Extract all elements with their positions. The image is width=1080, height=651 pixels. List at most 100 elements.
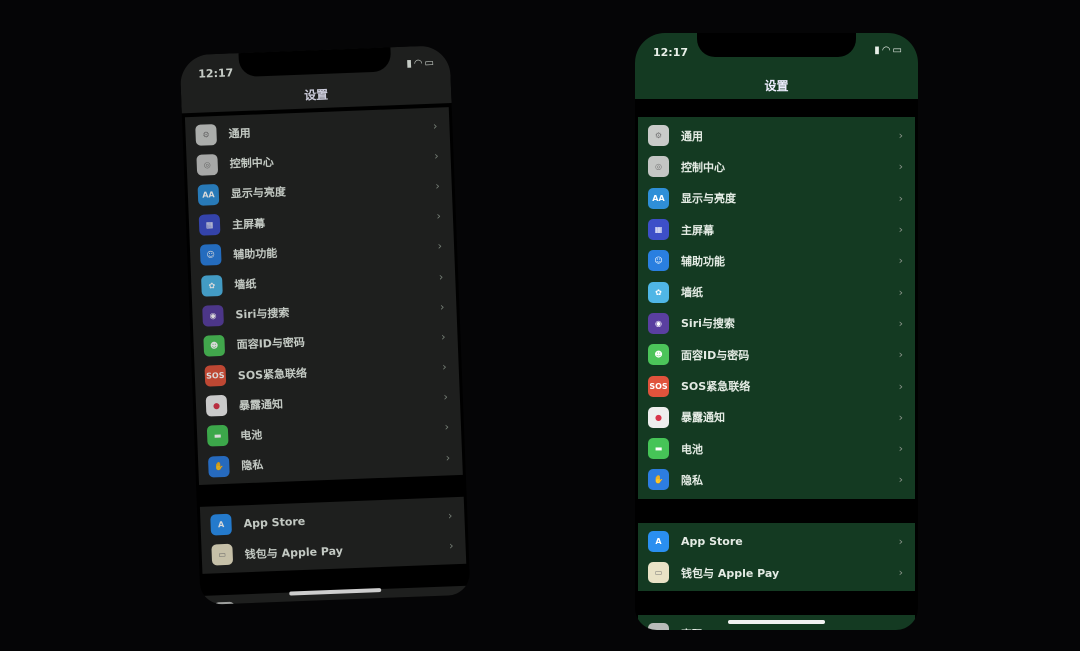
settings-item-label: App Store bbox=[243, 514, 306, 531]
settings-item[interactable]: ☻ 面容ID与密码 › bbox=[638, 339, 915, 370]
settings-item-label: 墙纸 bbox=[681, 286, 703, 300]
settings-item[interactable]: ◎ 控制中心 › bbox=[638, 151, 915, 182]
gear-icon: ⚙ bbox=[648, 125, 669, 147]
chevron-right-icon: › bbox=[447, 509, 453, 523]
settings-item[interactable]: ● 暴露通知 › bbox=[638, 402, 915, 433]
display-brightness-icon: AA bbox=[648, 187, 669, 209]
settings-item-label: Siri与搜索 bbox=[235, 306, 290, 322]
settings-item-label: 控制中心 bbox=[229, 156, 274, 171]
gear-icon: ⚙ bbox=[195, 123, 217, 146]
chevron-right-icon: › bbox=[445, 450, 451, 465]
phone-right: 12:17 ▮◠▭ 设置 ⚙ 通用 › ◎ 控制中心 › AA 显示与亮度 › ▦ 主屏幕 › ☺ 辅助功能 › ✿… bbox=[635, 33, 918, 630]
settings-item[interactable]: ⚙ 通用 › bbox=[638, 120, 915, 151]
settings-item-label: 通用 bbox=[228, 126, 251, 141]
wallpaper-icon: ✿ bbox=[648, 281, 669, 303]
chevron-right-icon: › bbox=[437, 239, 443, 253]
chevron-right-icon: › bbox=[439, 300, 445, 314]
chevron-right-icon: › bbox=[898, 191, 903, 205]
settings-item-label: 隐私 bbox=[241, 458, 264, 473]
accessibility-icon: ☺ bbox=[648, 250, 669, 272]
chevron-right-icon: › bbox=[898, 566, 903, 580]
chevron-right-icon: › bbox=[898, 285, 903, 299]
settings-item[interactable]: ✋ 隐私 › bbox=[638, 464, 915, 495]
settings-group: ⚙ 通用 › ◎ 控制中心 › AA 显示与亮度 › ▦ 主屏幕 › ☺ 辅助功能 › ✿ 墙纸 › ◉ Siri与搜… bbox=[184, 107, 463, 486]
status-time: 12:17 bbox=[198, 66, 234, 81]
settings-item-label: 墙纸 bbox=[234, 277, 257, 292]
settings-item[interactable]: ▦ 主屏幕 › bbox=[638, 214, 915, 245]
sos-icon: SOS bbox=[648, 375, 669, 397]
wallet-icon: ▭ bbox=[211, 543, 234, 566]
home-indicator[interactable] bbox=[728, 620, 825, 624]
chevron-right-icon: › bbox=[898, 316, 903, 330]
privacy-hand-icon: ✋ bbox=[648, 469, 669, 491]
settings-item[interactable]: ▬ 电池 › bbox=[638, 433, 915, 464]
settings-item[interactable]: A App Store › bbox=[638, 526, 915, 557]
siri-icon: ◉ bbox=[202, 304, 224, 327]
wifi-icon: ◠ bbox=[881, 45, 893, 56]
status-time: 12:17 bbox=[653, 46, 689, 59]
nav-header: 12:17 ▮◠▭ 设置 bbox=[179, 45, 452, 114]
sos-icon: SOS bbox=[204, 364, 227, 387]
settings-item-label: 暴露通知 bbox=[238, 397, 284, 413]
settings-item-label: 面容ID与密码 bbox=[236, 336, 306, 352]
settings-item-label: 暴露通知 bbox=[681, 411, 725, 425]
exposure-notification-icon: ● bbox=[648, 406, 669, 428]
phone-left: 12:17 ▮◠▭ 设置 ⚙ 通用 › ◎ 控制中心 › AA 显示与亮度 › ▦ 主屏幕 › ☺ 辅助功能 › ✿… bbox=[179, 45, 471, 605]
battery-icon: ▭ bbox=[424, 57, 437, 69]
settings-item-label: Siri与搜索 bbox=[681, 317, 735, 331]
control-center-icon: ◎ bbox=[648, 156, 669, 178]
chevron-right-icon: › bbox=[433, 149, 439, 163]
battery-settings-icon: ▬ bbox=[648, 438, 669, 460]
battery-settings-icon: ▬ bbox=[206, 425, 229, 448]
app-store-icon: A bbox=[648, 530, 669, 552]
chevron-right-icon: › bbox=[438, 269, 444, 284]
siri-icon: ◉ bbox=[648, 312, 669, 334]
battery-icon: ▭ bbox=[892, 45, 904, 56]
chevron-right-icon: › bbox=[442, 360, 447, 374]
settings-group: ⚙ 通用 › ◎ 控制中心 › AA 显示与亮度 › ▦ 主屏幕 › ☺ 辅助功能 › ✿ 墙纸 › ◉ Siri与搜… bbox=[638, 117, 915, 499]
settings-item[interactable]: ▭ 钱包与 Apple Pay › bbox=[638, 557, 915, 588]
nav-header: 12:17 ▮◠▭ 设置 bbox=[635, 33, 918, 99]
display-brightness-icon: AA bbox=[197, 183, 220, 206]
settings-item-label: 辅助功能 bbox=[681, 254, 725, 268]
settings-item-label: 隐私 bbox=[681, 473, 703, 487]
app-store-icon: A bbox=[210, 513, 232, 536]
chevron-right-icon: › bbox=[436, 209, 442, 223]
settings-item-label: 主屏幕 bbox=[231, 216, 266, 232]
settings-group: A App Store › ▭ 钱包与 Apple Pay › bbox=[199, 497, 467, 574]
settings-item[interactable]: SOS SOS紧急联络 › bbox=[638, 370, 915, 401]
chevron-right-icon: › bbox=[898, 442, 903, 456]
settings-item[interactable]: ☺ 辅助功能 › bbox=[638, 245, 915, 276]
chevron-right-icon: › bbox=[448, 539, 454, 553]
settings-item[interactable]: ✿ 墙纸 › bbox=[638, 276, 915, 307]
settings-item-label: 显示与亮度 bbox=[230, 185, 287, 201]
chevron-right-icon: › bbox=[898, 534, 903, 548]
settings-item-label: 密码 bbox=[681, 626, 703, 630]
settings-item-label: 通用 bbox=[681, 129, 703, 143]
exposure-notification-icon: ● bbox=[205, 395, 228, 417]
settings-item-label: 显示与亮度 bbox=[681, 192, 736, 206]
settings-item-label: SOS紧急联络 bbox=[237, 366, 308, 382]
chevron-right-icon: › bbox=[440, 330, 446, 344]
accessibility-icon: ☺ bbox=[199, 244, 222, 267]
face-id-icon: ☻ bbox=[648, 344, 669, 366]
chevron-right-icon: › bbox=[444, 420, 450, 434]
settings-item-label: 主屏幕 bbox=[681, 223, 714, 237]
home-screen-icon: ▦ bbox=[648, 219, 669, 241]
wallet-icon: ▭ bbox=[648, 562, 669, 584]
home-screen-icon: ▦ bbox=[198, 214, 221, 236]
settings-item-label: 电池 bbox=[681, 442, 703, 456]
key-icon: ⚷ bbox=[648, 623, 669, 630]
notch bbox=[697, 33, 856, 57]
settings-item-label: SOS紧急联络 bbox=[681, 380, 751, 394]
chevron-right-icon: › bbox=[898, 129, 903, 143]
wifi-icon: ◠ bbox=[413, 57, 425, 70]
chevron-right-icon: › bbox=[898, 379, 903, 393]
settings-item[interactable]: AA 显示与亮度 › bbox=[638, 183, 915, 214]
control-center-icon: ◎ bbox=[196, 153, 219, 176]
settings-item[interactable]: ◉ Siri与搜索 › bbox=[638, 308, 915, 339]
chevron-right-icon: › bbox=[451, 597, 457, 605]
chevron-right-icon: › bbox=[898, 223, 903, 237]
settings-item-label: 钱包与 Apple Pay bbox=[244, 544, 344, 561]
settings-item-label: 电池 bbox=[239, 428, 263, 443]
